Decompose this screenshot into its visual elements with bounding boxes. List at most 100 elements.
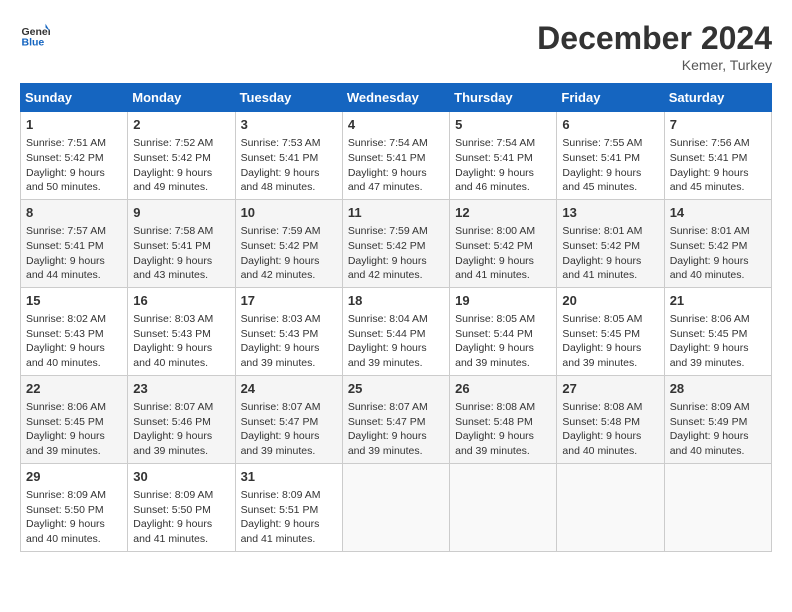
day-number: 4 [348,116,444,134]
daylight-label: Daylight: 9 hours and 42 minutes. [348,255,427,282]
calendar-cell: 3 Sunrise: 7:53 AM Sunset: 5:41 PM Dayli… [235,112,342,200]
sunset-label: Sunset: 5:50 PM [133,504,211,516]
sunrise-label: Sunrise: 7:55 AM [562,137,642,149]
daylight-label: Daylight: 9 hours and 47 minutes. [348,167,427,194]
page-header: General Blue December 2024 Kemer, Turkey [20,20,772,73]
day-number: 7 [670,116,766,134]
day-number: 24 [241,380,337,398]
calendar-cell: 26 Sunrise: 8:08 AM Sunset: 5:48 PM Dayl… [450,375,557,463]
calendar-cell: 10 Sunrise: 7:59 AM Sunset: 5:42 PM Dayl… [235,199,342,287]
calendar-cell: 19 Sunrise: 8:05 AM Sunset: 5:44 PM Dayl… [450,287,557,375]
sunrise-label: Sunrise: 8:01 AM [562,225,642,237]
sunset-label: Sunset: 5:42 PM [133,152,211,164]
daylight-label: Daylight: 9 hours and 48 minutes. [241,167,320,194]
daylight-label: Daylight: 9 hours and 39 minutes. [348,430,427,457]
calendar-table: SundayMondayTuesdayWednesdayThursdayFrid… [20,83,772,552]
calendar-cell: 29 Sunrise: 8:09 AM Sunset: 5:50 PM Dayl… [21,463,128,551]
sunset-label: Sunset: 5:42 PM [455,240,533,252]
day-number: 5 [455,116,551,134]
sunset-label: Sunset: 5:42 PM [562,240,640,252]
daylight-label: Daylight: 9 hours and 39 minutes. [241,430,320,457]
sunset-label: Sunset: 5:46 PM [133,416,211,428]
sunset-label: Sunset: 5:45 PM [26,416,104,428]
sunrise-label: Sunrise: 8:03 AM [241,313,321,325]
day-number: 10 [241,204,337,222]
day-header-sunday: Sunday [21,84,128,112]
calendar-cell: 6 Sunrise: 7:55 AM Sunset: 5:41 PM Dayli… [557,112,664,200]
calendar-week-4: 22 Sunrise: 8:06 AM Sunset: 5:45 PM Dayl… [21,375,772,463]
sunrise-label: Sunrise: 7:58 AM [133,225,213,237]
calendar-cell: 2 Sunrise: 7:52 AM Sunset: 5:42 PM Dayli… [128,112,235,200]
calendar-cell: 20 Sunrise: 8:05 AM Sunset: 5:45 PM Dayl… [557,287,664,375]
sunrise-label: Sunrise: 8:08 AM [562,401,642,413]
logo: General Blue [20,20,50,50]
day-number: 16 [133,292,229,310]
sunrise-label: Sunrise: 7:57 AM [26,225,106,237]
day-header-friday: Friday [557,84,664,112]
daylight-label: Daylight: 9 hours and 39 minutes. [562,342,641,369]
calendar-week-5: 29 Sunrise: 8:09 AM Sunset: 5:50 PM Dayl… [21,463,772,551]
calendar-cell: 1 Sunrise: 7:51 AM Sunset: 5:42 PM Dayli… [21,112,128,200]
calendar-cell [664,463,771,551]
calendar-cell: 8 Sunrise: 7:57 AM Sunset: 5:41 PM Dayli… [21,199,128,287]
sunrise-label: Sunrise: 8:05 AM [455,313,535,325]
sunset-label: Sunset: 5:41 PM [133,240,211,252]
sunrise-label: Sunrise: 8:04 AM [348,313,428,325]
calendar-cell [342,463,449,551]
day-number: 21 [670,292,766,310]
calendar-cell: 25 Sunrise: 8:07 AM Sunset: 5:47 PM Dayl… [342,375,449,463]
day-number: 12 [455,204,551,222]
daylight-label: Daylight: 9 hours and 43 minutes. [133,255,212,282]
sunset-label: Sunset: 5:42 PM [241,240,319,252]
sunrise-label: Sunrise: 8:07 AM [348,401,428,413]
month-title: December 2024 [537,20,772,57]
calendar-cell: 4 Sunrise: 7:54 AM Sunset: 5:41 PM Dayli… [342,112,449,200]
calendar-cell: 28 Sunrise: 8:09 AM Sunset: 5:49 PM Dayl… [664,375,771,463]
calendar-cell: 16 Sunrise: 8:03 AM Sunset: 5:43 PM Dayl… [128,287,235,375]
day-number: 9 [133,204,229,222]
sunset-label: Sunset: 5:42 PM [348,240,426,252]
sunset-label: Sunset: 5:42 PM [670,240,748,252]
title-section: December 2024 Kemer, Turkey [537,20,772,73]
daylight-label: Daylight: 9 hours and 41 minutes. [241,518,320,545]
calendar-cell: 7 Sunrise: 7:56 AM Sunset: 5:41 PM Dayli… [664,112,771,200]
sunrise-label: Sunrise: 8:03 AM [133,313,213,325]
daylight-label: Daylight: 9 hours and 40 minutes. [26,518,105,545]
calendar-cell [557,463,664,551]
day-number: 15 [26,292,122,310]
sunset-label: Sunset: 5:43 PM [26,328,104,340]
daylight-label: Daylight: 9 hours and 44 minutes. [26,255,105,282]
calendar-cell: 21 Sunrise: 8:06 AM Sunset: 5:45 PM Dayl… [664,287,771,375]
sunrise-label: Sunrise: 7:54 AM [348,137,428,149]
day-number: 23 [133,380,229,398]
sunrise-label: Sunrise: 7:59 AM [348,225,428,237]
daylight-label: Daylight: 9 hours and 39 minutes. [455,430,534,457]
sunset-label: Sunset: 5:48 PM [455,416,533,428]
calendar-cell: 12 Sunrise: 8:00 AM Sunset: 5:42 PM Dayl… [450,199,557,287]
sunrise-label: Sunrise: 8:08 AM [455,401,535,413]
daylight-label: Daylight: 9 hours and 39 minutes. [670,342,749,369]
daylight-label: Daylight: 9 hours and 41 minutes. [133,518,212,545]
daylight-label: Daylight: 9 hours and 39 minutes. [455,342,534,369]
day-number: 2 [133,116,229,134]
sunrise-label: Sunrise: 7:59 AM [241,225,321,237]
daylight-label: Daylight: 9 hours and 45 minutes. [670,167,749,194]
daylight-label: Daylight: 9 hours and 50 minutes. [26,167,105,194]
day-header-wednesday: Wednesday [342,84,449,112]
calendar-cell: 30 Sunrise: 8:09 AM Sunset: 5:50 PM Dayl… [128,463,235,551]
day-number: 3 [241,116,337,134]
sunrise-label: Sunrise: 8:09 AM [241,489,321,501]
sunset-label: Sunset: 5:41 PM [455,152,533,164]
sunset-label: Sunset: 5:41 PM [670,152,748,164]
sunset-label: Sunset: 5:49 PM [670,416,748,428]
daylight-label: Daylight: 9 hours and 39 minutes. [241,342,320,369]
sunset-label: Sunset: 5:41 PM [562,152,640,164]
day-number: 29 [26,468,122,486]
daylight-label: Daylight: 9 hours and 40 minutes. [562,430,641,457]
sunrise-label: Sunrise: 7:53 AM [241,137,321,149]
sunset-label: Sunset: 5:41 PM [26,240,104,252]
day-header-thursday: Thursday [450,84,557,112]
sunset-label: Sunset: 5:47 PM [348,416,426,428]
day-number: 18 [348,292,444,310]
calendar-cell: 31 Sunrise: 8:09 AM Sunset: 5:51 PM Dayl… [235,463,342,551]
